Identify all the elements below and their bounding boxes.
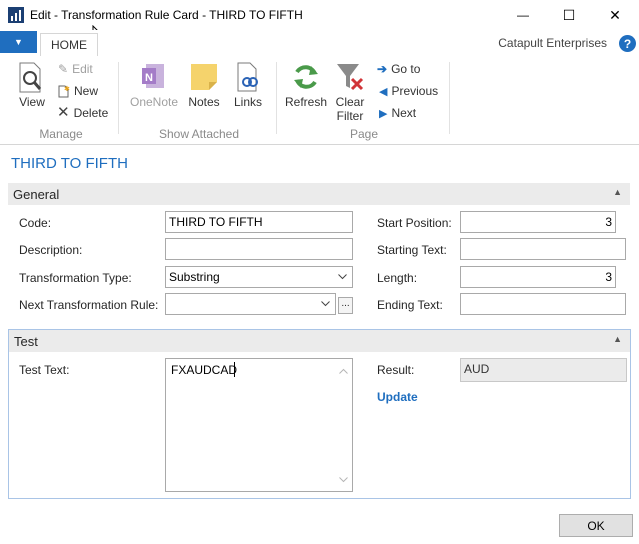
collapse-icon[interactable]: ▲	[613, 334, 622, 344]
group-separator	[449, 62, 450, 134]
test-fasttab-header[interactable]: Test ▲	[9, 330, 630, 352]
ending-text-label: Ending Text:	[377, 298, 443, 312]
onenote-button[interactable]: N OneNote	[128, 62, 180, 112]
code-label: Code:	[19, 216, 52, 230]
test-text-value: FXAUDCAD	[171, 363, 238, 377]
next-transformation-rule-select[interactable]	[165, 293, 336, 315]
triangle-left-icon: ◀	[379, 85, 388, 98]
scroll-down-icon[interactable]	[339, 477, 348, 483]
go-to-button[interactable]: ➔ Go to	[377, 62, 420, 76]
next-button[interactable]: ▶ Next	[379, 106, 416, 120]
notes-button[interactable]: Notes	[186, 62, 222, 112]
manage-group-label: Manage	[39, 127, 83, 141]
app-chart-icon	[8, 7, 24, 23]
clear-filter-label-line1: Clear	[335, 95, 365, 109]
window-title: Edit - Transformation Rule Card - THIRD …	[30, 8, 303, 22]
start-position-field[interactable]: 3	[460, 211, 616, 233]
next-label: Next	[391, 106, 417, 120]
edit-button[interactable]: ✎ Edit	[58, 62, 93, 76]
test-text-scrollbar[interactable]	[334, 359, 352, 491]
starting-text-field[interactable]	[460, 238, 626, 260]
sticky-note-icon	[191, 64, 217, 90]
delete-label: Delete	[73, 106, 109, 120]
edit-label: Edit	[72, 62, 93, 76]
length-label: Length:	[377, 271, 418, 285]
view-icon	[19, 62, 42, 93]
chevron-down-icon	[321, 301, 330, 307]
links-label: Links	[233, 95, 262, 109]
view-label: View	[19, 95, 45, 109]
minimize-button[interactable]: —	[500, 0, 546, 30]
view-button[interactable]: View	[16, 62, 48, 112]
onenote-label: OneNote	[129, 95, 179, 109]
text-caret	[234, 362, 235, 377]
new-document-icon: ✱	[58, 85, 70, 97]
previous-label: Previous	[391, 84, 439, 98]
delete-x-icon: ✕	[57, 104, 70, 121]
go-to-label: Go to	[391, 62, 421, 76]
transformation-type-select[interactable]: Substring	[165, 266, 353, 288]
refresh-icon	[294, 65, 318, 89]
maximize-icon: ☐	[562, 6, 576, 23]
test-text-label: Test Text:	[19, 363, 70, 377]
svg-text:✱: ✱	[64, 85, 70, 93]
length-field[interactable]: 3	[460, 266, 616, 288]
refresh-label: Refresh	[284, 95, 328, 109]
test-text-area[interactable]: FXAUDCAD	[165, 358, 353, 492]
pencil-icon: ✎	[58, 62, 69, 76]
delete-button[interactable]: ✕ Delete	[57, 104, 109, 121]
links-icon	[237, 62, 258, 92]
update-link[interactable]: Update	[377, 390, 418, 404]
triangle-right-icon: ▶	[379, 107, 388, 120]
ending-text-field[interactable]	[460, 293, 626, 315]
help-icon[interactable]: ?	[619, 35, 636, 52]
onenote-icon: N	[142, 64, 164, 88]
scroll-up-icon[interactable]	[339, 368, 348, 374]
clear-filter-label-line2: Filter	[336, 109, 364, 123]
arrow-right-icon: ➔	[377, 62, 388, 76]
test-header-label: Test	[14, 333, 38, 349]
company-name: Catapult Enterprises	[498, 36, 607, 50]
group-separator	[276, 62, 277, 134]
svg-text:N: N	[145, 72, 153, 84]
group-separator	[118, 62, 119, 134]
refresh-button[interactable]: Refresh	[284, 62, 328, 112]
next-transformation-rule-label: Next Transformation Rule:	[19, 298, 159, 312]
result-field: AUD	[460, 358, 627, 382]
transformation-type-label: Transformation Type:	[19, 271, 132, 285]
maximize-button[interactable]: ☐	[546, 0, 592, 30]
minimize-icon: —	[517, 8, 529, 22]
code-field[interactable]: THIRD TO FIFTH	[165, 211, 353, 233]
page-group-label: Page	[349, 127, 379, 141]
show-attached-group-label: Show Attached	[158, 127, 240, 141]
notes-label: Notes	[188, 95, 220, 109]
transformation-type-value: Substring	[169, 270, 220, 284]
start-position-label: Start Position:	[377, 216, 452, 230]
clear-filter-icon	[337, 64, 364, 91]
clear-filter-button[interactable]: Clear Filter	[333, 62, 367, 124]
general-fasttab-header[interactable]: General ▲	[8, 183, 630, 205]
tab-home[interactable]: HOME	[40, 33, 98, 57]
links-button[interactable]: Links	[230, 62, 266, 112]
starting-text-label: Starting Text:	[377, 243, 447, 257]
description-field[interactable]	[165, 238, 353, 260]
new-label: New	[74, 84, 99, 98]
app-menu-button[interactable]: ▼	[0, 31, 37, 53]
collapse-icon[interactable]: ▲	[613, 187, 622, 197]
general-header-label: General	[13, 186, 60, 202]
dropdown-arrow-icon: ▼	[14, 37, 23, 47]
close-button[interactable]: ✕	[592, 0, 638, 30]
page-title: THIRD TO FIFTH	[11, 155, 128, 172]
previous-button[interactable]: ◀ Previous	[379, 84, 438, 98]
result-label: Result:	[377, 363, 415, 377]
lookup-button[interactable]: ...	[338, 297, 353, 314]
ok-button[interactable]: OK	[559, 514, 633, 537]
close-icon: ✕	[609, 6, 621, 23]
chevron-down-icon	[338, 274, 347, 280]
description-label: Description:	[19, 243, 83, 257]
new-button[interactable]: ✱ New	[58, 84, 98, 98]
